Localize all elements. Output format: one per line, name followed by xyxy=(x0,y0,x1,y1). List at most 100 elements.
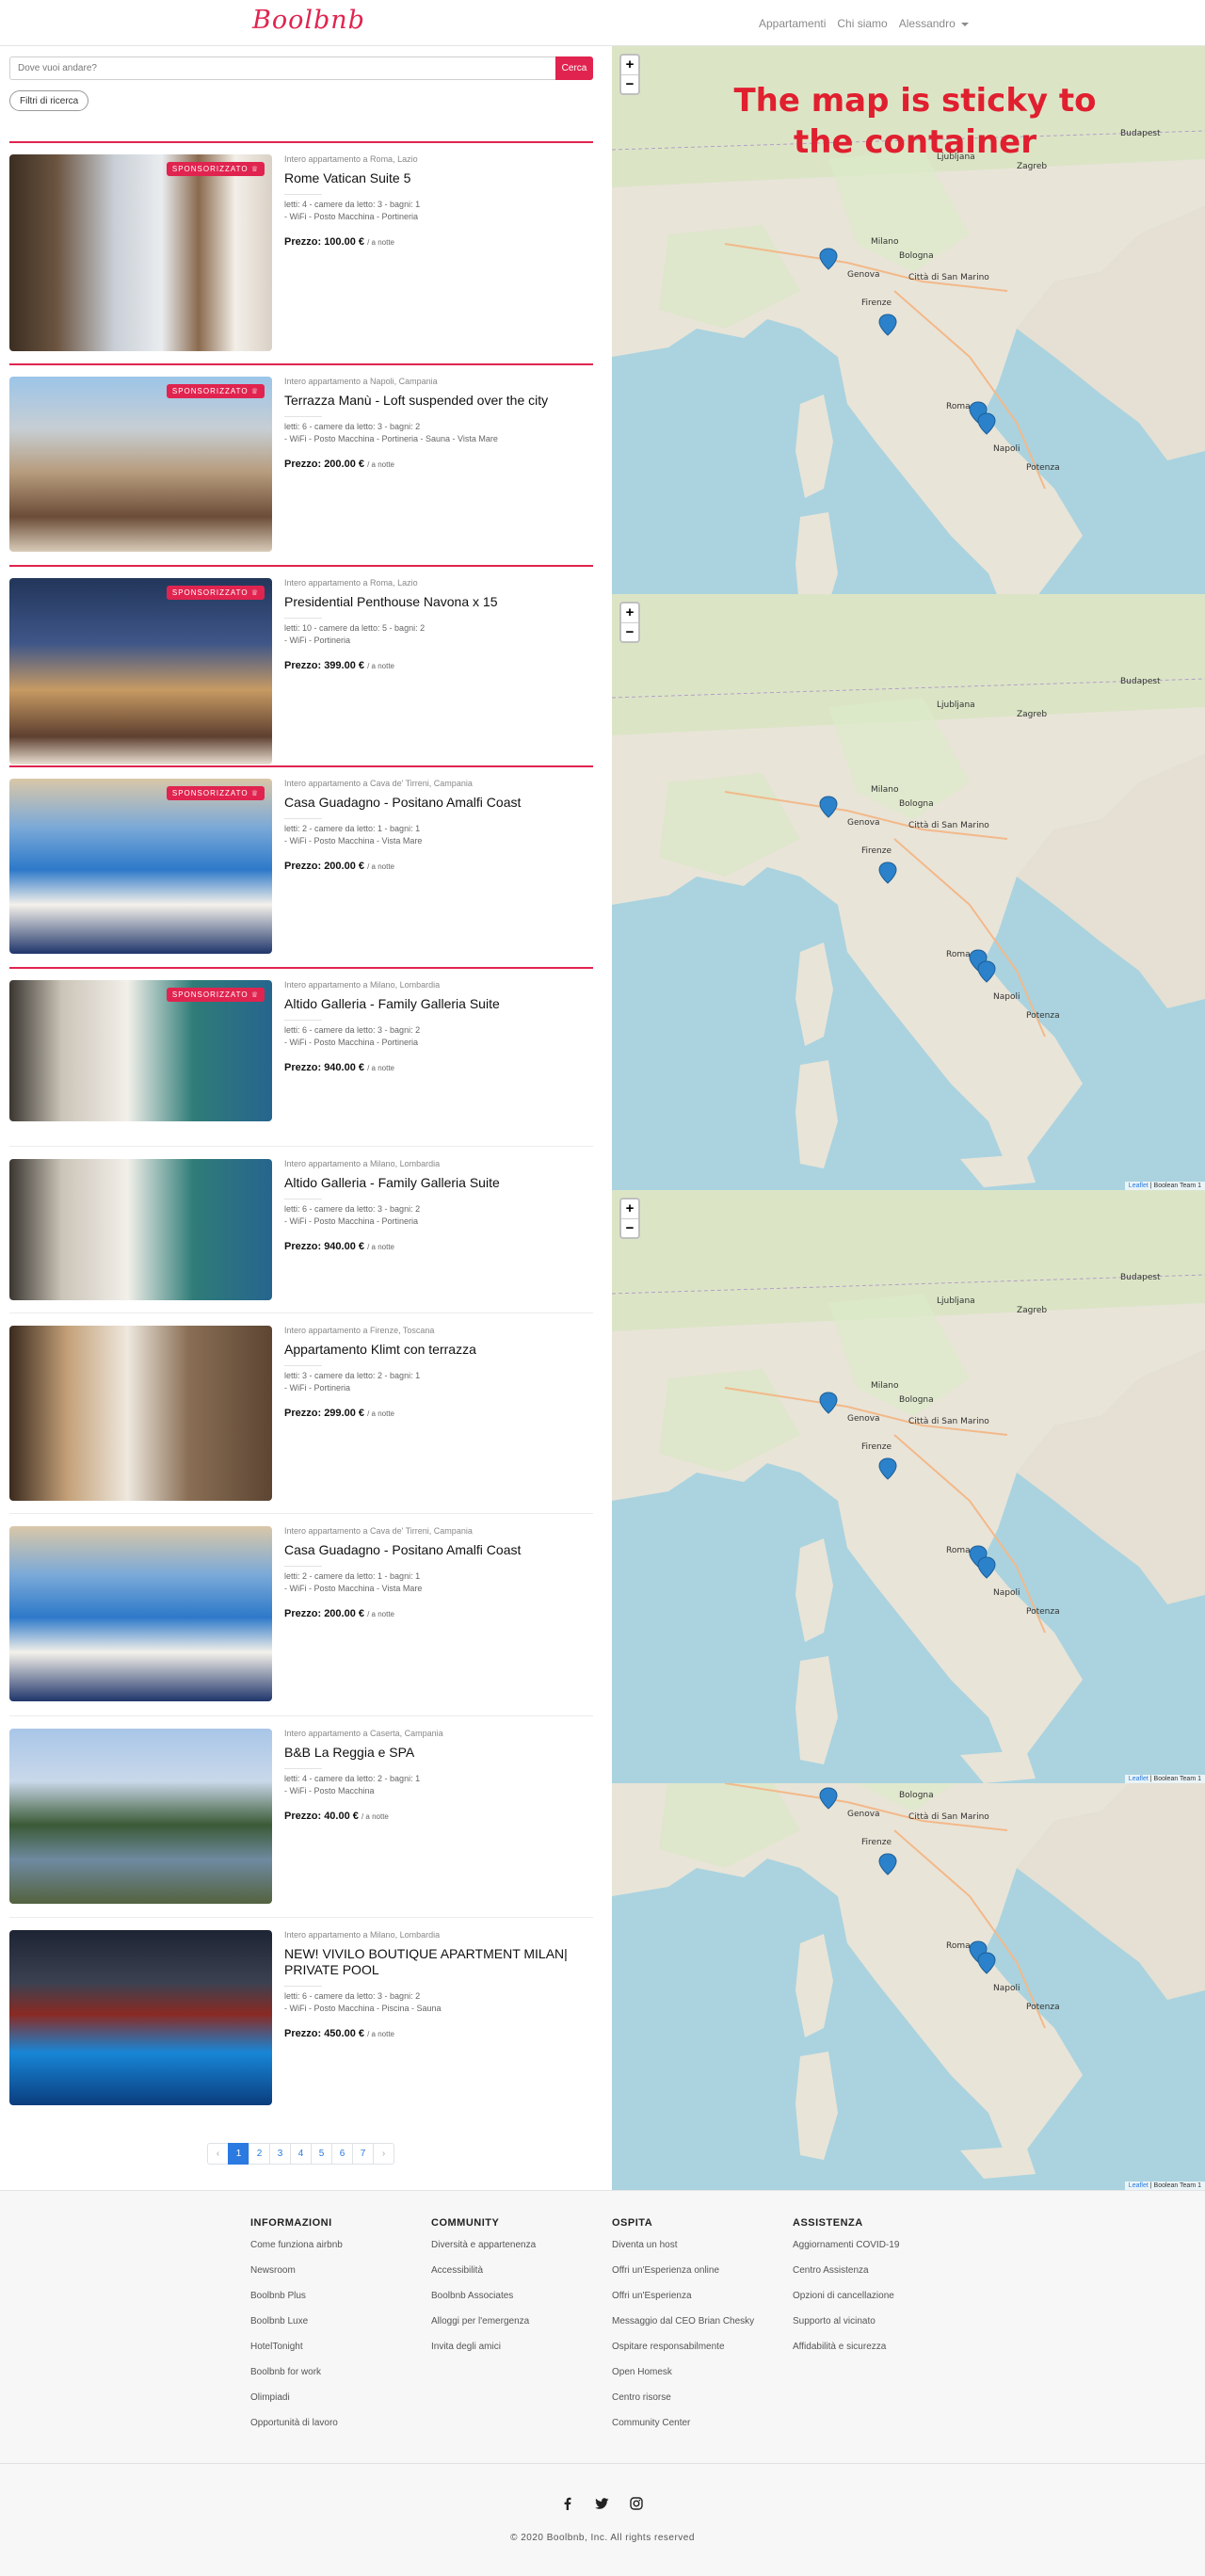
footer-link[interactable]: Community Center xyxy=(612,2418,791,2443)
footer-link[interactable]: Boolbnb Associates xyxy=(431,2291,610,2316)
footer-link[interactable]: Diventa un host xyxy=(612,2240,791,2265)
listing-photo[interactable] xyxy=(9,1326,272,1501)
listing-photo[interactable]: SPONSORIZZATO ♕ xyxy=(9,154,272,351)
leaflet-link[interactable]: Leaflet xyxy=(1129,2182,1149,2189)
footer-link[interactable]: Olimpiadi xyxy=(250,2392,429,2418)
footer-link[interactable]: Diversità e appartenenza xyxy=(431,2240,610,2265)
listing-features: letti: 6 - camere da letto: 3 - bagni: 2… xyxy=(284,1024,593,1049)
footer-link[interactable]: Boolbnb Plus xyxy=(250,2291,429,2316)
pagination-page-7[interactable]: 7 xyxy=(352,2143,374,2165)
map-panel[interactable]: Genova Milano Bologna Firenze Città di S… xyxy=(612,1190,1205,1783)
listing-title[interactable]: B&B La Reggia e SPA xyxy=(284,1745,593,1761)
footer-link[interactable]: Aggiornamenti COVID-19 xyxy=(793,2240,972,2265)
listing-card[interactable]: Intero appartamento a Cava de' Tirreni, … xyxy=(9,1513,593,1713)
listing-photo[interactable]: SPONSORIZZATO ♕ xyxy=(9,578,272,765)
search-button[interactable]: Cerca xyxy=(555,56,593,80)
listing-photo[interactable]: SPONSORIZZATO ♕ xyxy=(9,377,272,552)
listing-card[interactable]: SPONSORIZZATO ♕ Intero appartamento a Ca… xyxy=(9,765,593,965)
footer-link[interactable]: Invita degli amici xyxy=(431,2342,610,2367)
italy-map[interactable]: Genova Milano Bologna Firenze Città di S… xyxy=(612,1190,1205,1783)
footer-link[interactable]: Alloggi per l'emergenza xyxy=(431,2316,610,2342)
footer-link[interactable]: Ospitare responsabilmente xyxy=(612,2342,791,2367)
footer-link[interactable]: Accessibilità xyxy=(431,2265,610,2291)
footer-link[interactable]: Centro Assistenza xyxy=(793,2265,972,2291)
instagram-icon[interactable] xyxy=(630,2497,643,2510)
pagination-next[interactable]: › xyxy=(373,2143,394,2165)
zoom-out-button[interactable]: − xyxy=(621,74,638,93)
footer-link[interactable]: Supporto al vicinato xyxy=(793,2316,972,2342)
facebook-icon[interactable] xyxy=(561,2497,574,2510)
brand-logo[interactable]: Boolbnb xyxy=(252,6,365,35)
footer-link[interactable]: Affidabilità e sicurezza xyxy=(793,2342,972,2367)
footer-link[interactable]: Offri un'Esperienza online xyxy=(612,2265,791,2291)
listing-photo[interactable] xyxy=(9,1729,272,1904)
listing-title[interactable]: Casa Guadagno - Positano Amalfi Coast xyxy=(284,795,593,811)
twitter-icon[interactable] xyxy=(595,2497,609,2510)
leaflet-link[interactable]: Leaflet xyxy=(1129,1183,1149,1189)
listing-title[interactable]: Altido Galleria - Family Galleria Suite xyxy=(284,1175,593,1191)
listing-card[interactable]: Intero appartamento a Milano, Lombardia … xyxy=(9,1917,593,2117)
footer-link[interactable]: Offri un'Esperienza xyxy=(612,2291,791,2316)
listing-card[interactable]: SPONSORIZZATO ♕ Intero appartamento a Ro… xyxy=(9,565,593,776)
user-menu[interactable]: Alessandro xyxy=(899,17,969,30)
pagination-page-3[interactable]: 3 xyxy=(269,2143,291,2165)
listing-card[interactable]: Intero appartamento a Milano, Lombardia … xyxy=(9,1146,593,1312)
footer-link[interactable]: Opportunità di lavoro xyxy=(250,2418,429,2443)
map-panel[interactable]: Genova Milano Bologna Firenze Città di S… xyxy=(612,1783,1205,2190)
listing-photo[interactable]: SPONSORIZZATO ♕ xyxy=(9,779,272,954)
map-attribution: Leaflet | Boolean Team 1 xyxy=(1124,2182,1205,2190)
footer-link[interactable]: Centro risorse xyxy=(612,2392,791,2418)
listing-photo[interactable]: SPONSORIZZATO ♕ xyxy=(9,980,272,1121)
map-panel[interactable]: Genova Milano Bologna Firenze Città di S… xyxy=(612,594,1205,1190)
sponsored-badge-label: SPONSORIZZATO xyxy=(171,387,249,395)
listing-title[interactable]: Casa Guadagno - Positano Amalfi Coast xyxy=(284,1542,593,1558)
listing-title[interactable]: Altido Galleria - Family Galleria Suite xyxy=(284,996,593,1012)
search-input[interactable] xyxy=(9,56,555,80)
map-container[interactable]: Genova Milano Bologna Firenze Città di S… xyxy=(612,46,1205,2190)
footer-link[interactable]: Boolbnb for work xyxy=(250,2367,429,2392)
price-value: 200.00 € xyxy=(324,459,365,470)
pagination-page-1[interactable]: 1 xyxy=(228,2143,249,2165)
pagination-page-2[interactable]: 2 xyxy=(249,2143,270,2165)
listing-location: Intero appartamento a Roma, Lazio xyxy=(284,578,418,588)
listing-title[interactable]: Presidential Penthouse Navona x 15 xyxy=(284,594,593,610)
listing-card[interactable]: SPONSORIZZATO ♕ Intero appartamento a Ro… xyxy=(9,141,593,362)
footer-link[interactable]: Newsroom xyxy=(250,2265,429,2291)
listing-title[interactable]: Terrazza Manù - Loft suspended over the … xyxy=(284,393,593,409)
pagination-prev[interactable]: ‹ xyxy=(207,2143,229,2165)
zoom-in-button[interactable]: + xyxy=(621,56,638,74)
pagination-page-4[interactable]: 4 xyxy=(290,2143,312,2165)
nav-link-about[interactable]: Chi siamo xyxy=(837,17,887,30)
listing-card[interactable]: SPONSORIZZATO ♕ Intero appartamento a Na… xyxy=(9,363,593,563)
price-label: Prezzo: xyxy=(284,1408,322,1419)
footer-link[interactable]: Boolbnb Luxe xyxy=(250,2316,429,2342)
pagination-page-5[interactable]: 5 xyxy=(311,2143,332,2165)
footer-link[interactable]: Opzioni di cancellazione xyxy=(793,2291,972,2316)
listing-card[interactable]: SPONSORIZZATO ♕ Intero appartamento a Mi… xyxy=(9,967,593,1133)
search-filters-button[interactable]: Filtri di ricerca xyxy=(9,90,89,111)
footer-link[interactable]: Come funziona airbnb xyxy=(250,2240,429,2265)
zoom-out-button[interactable]: − xyxy=(621,622,638,641)
footer-link[interactable]: Open Homesk xyxy=(612,2367,791,2392)
listing-title[interactable]: NEW! VIVILO BOUTIQUE APARTMENT MILAN| PR… xyxy=(284,1946,593,1978)
listing-photo[interactable] xyxy=(9,1159,272,1300)
listing-card[interactable]: Intero appartamento a Firenze, Toscana A… xyxy=(9,1312,593,1512)
listing-photo[interactable] xyxy=(9,1526,272,1701)
zoom-in-button[interactable]: + xyxy=(621,1199,638,1218)
listing-title[interactable]: Rome Vatican Suite 5 xyxy=(284,170,593,186)
italy-map[interactable]: Genova Milano Bologna Firenze Città di S… xyxy=(612,594,1205,1190)
footer-link[interactable]: Messaggio dal CEO Brian Chesky xyxy=(612,2316,791,2342)
italy-map[interactable]: Genova Milano Bologna Firenze Città di S… xyxy=(612,1783,1205,2190)
zoom-out-button[interactable]: − xyxy=(621,1218,638,1237)
footer-column: OSPITA Diventa un host Offri un'Esperienza… xyxy=(612,2217,791,2443)
listing-photo[interactable] xyxy=(9,1930,272,2105)
listing-card[interactable]: Intero appartamento a Caserta, Campania … xyxy=(9,1715,593,1915)
leaflet-link[interactable]: Leaflet xyxy=(1129,1776,1149,1782)
zoom-in-button[interactable]: + xyxy=(621,604,638,622)
listing-title[interactable]: Appartamento Klimt con terrazza xyxy=(284,1342,593,1358)
listing-rooms: letti: 10 - camere da letto: 5 - bagni: … xyxy=(284,623,426,633)
crown-icon: ♕ xyxy=(250,165,259,173)
nav-link-apartments[interactable]: Appartamenti xyxy=(759,17,826,30)
footer-link[interactable]: HotelTonight xyxy=(250,2342,429,2367)
pagination-page-6[interactable]: 6 xyxy=(331,2143,353,2165)
